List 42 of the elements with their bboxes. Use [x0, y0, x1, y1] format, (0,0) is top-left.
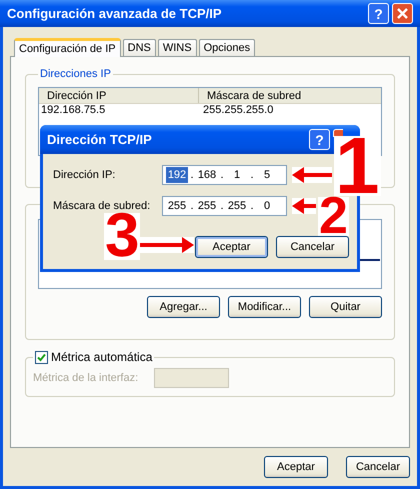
tab[interactable]: Opciones — [198, 39, 256, 56]
step-number: 3 — [104, 213, 140, 260]
help-button[interactable]: ? — [368, 3, 389, 24]
octet-separator: . — [219, 168, 225, 183]
dialog-button[interactable]: Cancelar — [346, 456, 410, 478]
octet[interactable]: 192 — [166, 166, 188, 184]
list-button[interactable]: Agregar... — [147, 296, 220, 318]
dialog-button[interactable]: Cancelar — [276, 236, 349, 258]
group-title: Direcciones IP — [39, 67, 112, 82]
help-button[interactable]: ? — [309, 129, 330, 150]
octet[interactable]: 168 — [196, 166, 218, 184]
table-cell-text: 255.255.255.0 — [202, 104, 274, 116]
ip-address-field[interactable]: 192 . 168 . 1 . 5 — [162, 165, 287, 185]
dialog-button[interactable]: Aceptar — [195, 236, 268, 258]
octet[interactable]: 0 — [256, 198, 278, 214]
dialog-button[interactable]: Aceptar — [264, 456, 328, 478]
octet[interactable]: 5 — [256, 166, 278, 184]
octet-separator: . — [189, 198, 195, 214]
octet-separator: . — [189, 168, 195, 183]
tab[interactable]: WINS — [158, 39, 197, 56]
table-cell-text: 192.168.75.5 — [40, 104, 106, 116]
ip-address-field[interactable]: 255 . 255 . 255 . 0 — [162, 196, 287, 216]
step-number: 2 — [318, 197, 349, 236]
field-label: Métrica de la interfaz: — [33, 370, 138, 386]
tab[interactable]: Configuración de IP — [14, 38, 121, 57]
octet-separator: . — [219, 198, 225, 214]
list-button[interactable]: Quitar — [309, 296, 382, 318]
octet[interactable]: 255 — [166, 198, 188, 214]
octet-separator: . — [249, 198, 255, 214]
tab[interactable]: DNS — [122, 39, 156, 56]
window-title: Configuración avanzada de TCP/IP — [7, 4, 222, 23]
octet-separator: . — [249, 168, 255, 183]
octet[interactable]: 1 — [226, 166, 248, 184]
field-label: Máscara de subred: — [53, 198, 152, 212]
column-header[interactable]: Máscara de subred — [199, 88, 381, 102]
octet[interactable]: 255 — [196, 198, 218, 214]
octet[interactable]: 255 — [226, 198, 248, 214]
step-number: 1 — [334, 136, 380, 196]
field-label: Dirección IP: — [53, 168, 116, 183]
column-header[interactable]: Dirección IP — [39, 88, 199, 102]
list-button[interactable]: Modificar... — [228, 296, 301, 318]
dialog-title: Dirección TCP/IP — [47, 130, 152, 149]
